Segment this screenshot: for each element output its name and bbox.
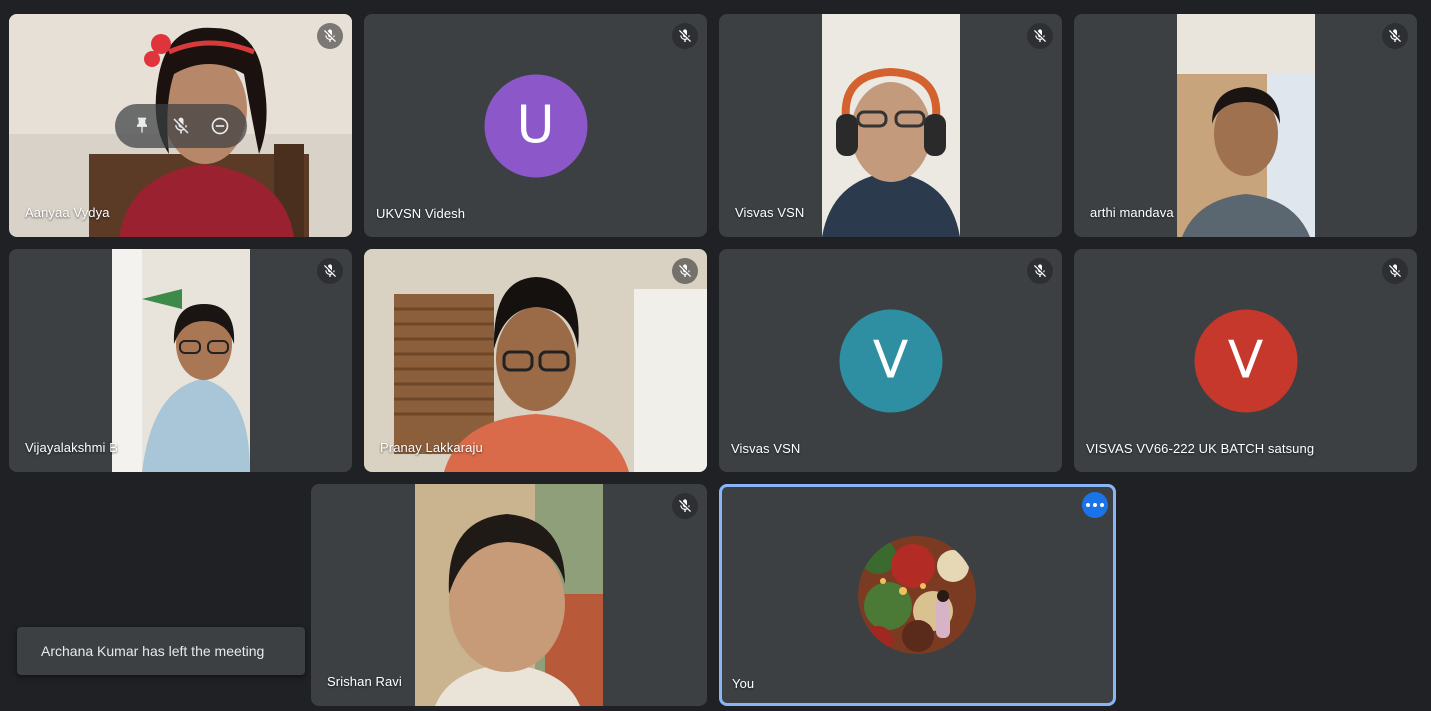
meeting-grid: Aanyaa Vydya U UKVSN Videsh Visvas VSN a… [0,0,1431,711]
mic-off-icon [1027,23,1053,49]
remove-icon[interactable] [206,112,234,140]
participant-tile[interactable]: Vijayalakshmi B [9,249,352,472]
participant-video [1177,14,1315,237]
meeting-notification-toast: Archana Kumar has left the meeting [17,627,305,675]
participant-tile[interactable]: U UKVSN Videsh [364,14,707,237]
participant-tile[interactable]: Pranay Lakkaraju [364,249,707,472]
participant-video [364,249,707,472]
mic-off-icon [1382,23,1408,49]
avatar [858,536,976,654]
avatar: U [484,74,587,177]
participant-tile[interactable]: V Visvas VSN [719,249,1062,472]
participant-tile[interactable]: Aanyaa Vydya [9,14,352,237]
participant-name: Visvas VSN [731,441,801,456]
avatar: V [1194,309,1297,412]
participant-tile[interactable]: Visvas VSN [719,14,1062,237]
mic-off-icon [1382,258,1408,284]
participant-name: Visvas VSN [735,205,805,220]
participant-name: arthi mandava [1090,205,1174,220]
participant-video [112,249,250,472]
participant-name: Vijayalakshmi B [25,440,119,455]
participant-name: Srishan Ravi [327,674,402,689]
mic-off-icon [317,23,343,49]
participant-name: UKVSN Videsh [376,206,466,221]
pin-icon[interactable] [128,112,156,140]
mic-off-icon [672,493,698,519]
self-tile[interactable]: You [719,484,1116,706]
participant-name: Aanyaa Vydya [25,205,110,220]
mic-off-icon [317,258,343,284]
avatar: V [839,309,942,412]
participant-name: Pranay Lakkaraju [380,440,483,455]
tile-hover-controls [115,104,247,148]
more-horizontal-icon[interactable] [1082,492,1108,518]
mic-off-icon [672,258,698,284]
toast-text: Archana Kumar has left the meeting [41,643,265,659]
participant-tile[interactable]: V VISVAS VV66-222 UK BATCH satsung [1074,249,1417,472]
mic-off-icon [1027,258,1053,284]
mic-off-icon [672,23,698,49]
participant-video [415,484,603,706]
participant-tile[interactable]: arthi mandava [1074,14,1417,237]
participant-name: VISVAS VV66-222 UK BATCH satsung [1086,441,1315,456]
mic-off-icon[interactable] [167,112,195,140]
participant-name: You [732,676,755,691]
participant-video [822,14,960,237]
participant-tile[interactable]: Srishan Ravi [311,484,707,706]
